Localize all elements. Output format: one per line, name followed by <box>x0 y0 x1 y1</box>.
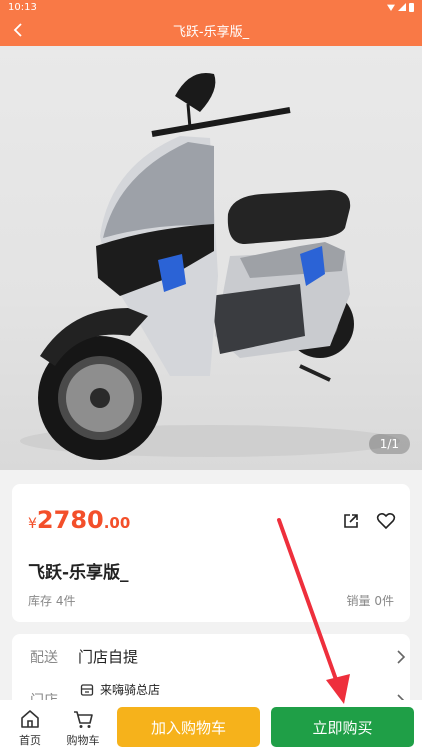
price-integer: 2780 <box>36 506 104 534</box>
wifi-icon <box>387 4 395 11</box>
cart-tab[interactable]: 购物车 <box>63 708 103 748</box>
page-title: 飞跃-乐享版_ <box>172 24 250 40</box>
delivery-value: 门店自提 <box>78 648 139 666</box>
share-icon[interactable] <box>342 512 360 530</box>
home-icon <box>21 710 39 728</box>
product-info-card: ¥2780.00 飞跃-乐享版_ 库存 4件 销量 0件 <box>12 484 410 622</box>
status-time: 10:13 <box>8 1 37 13</box>
product-name: 飞跃-乐享版_ <box>28 563 129 583</box>
status-icons <box>387 2 414 12</box>
product-image-gallery[interactable]: 1/1 <box>0 46 422 470</box>
store-icon <box>80 684 94 696</box>
heart-icon[interactable] <box>376 511 396 531</box>
currency-symbol: ¥ <box>28 516 37 532</box>
price-decimal: .00 <box>103 514 131 532</box>
delivery-label: 配送 <box>30 650 58 666</box>
status-bar: 10:13 <box>0 0 422 14</box>
bottom-action-bar: 首页 购物车 加入购物车 立即购买 <box>0 700 422 752</box>
shopping-cart-icon <box>74 711 93 728</box>
image-counter: 1/1 <box>368 434 410 454</box>
cart-label: 购物车 <box>66 734 100 747</box>
chevron-right-icon <box>397 650 406 664</box>
signal-icon <box>398 3 406 11</box>
sales-count: 销量 0件 <box>346 594 394 608</box>
battery-icon <box>409 2 414 12</box>
chevron-left-icon <box>13 23 22 37</box>
header: 飞跃-乐享版_ <box>0 14 422 46</box>
add-to-cart-button[interactable]: 加入购物车 <box>117 707 260 747</box>
stock-count: 库存 4件 <box>28 594 76 608</box>
scooter-image <box>20 72 400 460</box>
buy-now-button[interactable]: 立即购买 <box>271 707 414 747</box>
store-name: 来嗨骑总店 <box>100 683 161 697</box>
product-price: ¥2780.00 <box>28 506 130 534</box>
home-tab[interactable]: 首页 <box>10 708 50 748</box>
home-label: 首页 <box>19 734 41 747</box>
back-button[interactable] <box>8 19 30 41</box>
